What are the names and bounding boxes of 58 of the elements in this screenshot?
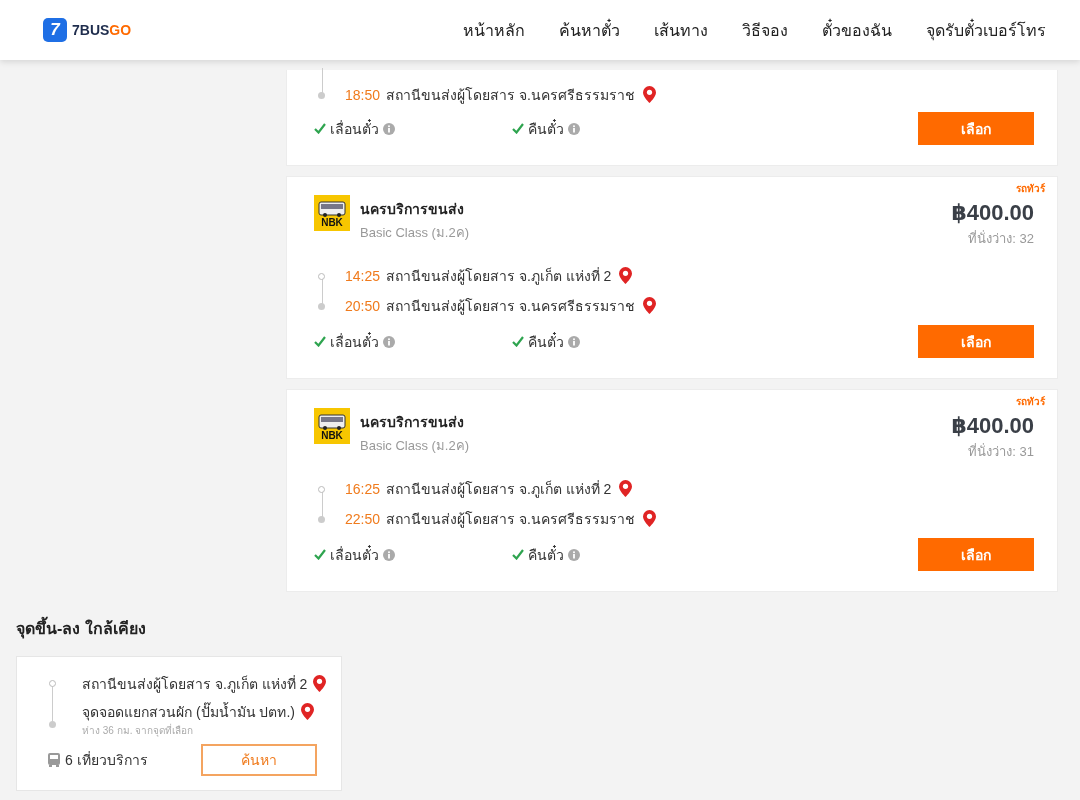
station-name: สถานีขนส่งผู้โดยสาร จ.ภูเก็ต แห่งที่ 2: [386, 266, 612, 287]
info-icon: [568, 548, 580, 561]
station-name: สถานีขนส่งผู้โดยสาร จ.นครศรีธรรมราช: [386, 297, 635, 317]
operator-logo: NBK: [314, 408, 350, 444]
nav-link[interactable]: ตั๋วของฉัน: [822, 17, 892, 43]
operator-name: นครบริการขนส่ง: [360, 413, 465, 432]
price: ฿400.00: [951, 413, 1034, 439]
stop-time: 16:25: [345, 481, 378, 497]
bus-type-tag: รถทัวร์: [1016, 394, 1045, 409]
section-title: จุดขึ้น-ลง ใกล้เคียง: [16, 616, 1064, 641]
trip-count: 6 เที่ยวบริการ: [65, 750, 148, 770]
info-icon: [568, 122, 580, 135]
nav-link[interactable]: ค้นหาตั๋ว: [559, 17, 620, 43]
operator-logo: NBK: [314, 195, 350, 231]
stop-time: 20:50: [345, 298, 378, 314]
seats-available: ที่นั่งว่าง: 32: [967, 229, 1034, 248]
nav-link[interactable]: วิธีจอง: [742, 17, 788, 43]
map-pin-icon: [301, 703, 314, 721]
station-name: สถานีขนส่งผู้โดยสาร จ.นครศรีธรรมราช: [386, 86, 635, 106]
map-pin-icon: [642, 297, 656, 315]
stop-time: 14:25: [345, 268, 378, 284]
stop-name: จุดจอดแยกสวนผัก (ปั๊มน้ำมัน ปตท.): [82, 701, 295, 723]
feature-label: เลื่อนตั๋ว: [330, 118, 379, 139]
feature-label: คืนตั๋ว: [528, 331, 564, 352]
map-pin-icon: [642, 86, 656, 104]
station-name: สถานีขนส่งผู้โดยสาร จ.ภูเก็ต แห่งที่ 2: [386, 479, 612, 500]
map-pin-icon: [619, 267, 633, 285]
timeline-dot: [318, 272, 325, 280]
map-pin-icon: [313, 675, 327, 693]
stop-name: สถานีขนส่งผู้โดยสาร จ.ภูเก็ต แห่งที่ 2: [82, 674, 308, 695]
operator-name: นครบริการขนส่ง: [360, 200, 465, 219]
info-icon: [383, 548, 395, 561]
map-pin-icon: [619, 480, 633, 498]
info-icon: [568, 335, 580, 348]
logo-text[interactable]: 7BUSGO: [72, 22, 132, 38]
bus-class: Basic Class (ม.2ค): [360, 224, 470, 242]
nav-link[interactable]: หน้าหลัก: [463, 17, 525, 43]
nav-link[interactable]: จุดรับตั๋วเบอร์โทร: [926, 17, 1046, 43]
nav-link[interactable]: เส้นทาง: [654, 17, 708, 43]
info-icon: [383, 122, 395, 135]
timeline-dot: [49, 680, 56, 687]
distance-note: ห่าง 36 กม. จากจุดที่เลือก: [82, 723, 195, 738]
timeline-dot: [318, 485, 325, 493]
feature-label: คืนตั๋ว: [528, 544, 564, 565]
bus-class: Basic Class (ม.2ค): [360, 437, 470, 455]
stop-time: 18:50: [345, 87, 378, 103]
station-name: สถานีขนส่งผู้โดยสาร จ.นครศรีธรรมราช: [386, 510, 635, 530]
bus-type-tag: รถทัวร์: [1016, 181, 1045, 196]
seats-available: ที่นั่งว่าง: 31: [967, 442, 1034, 461]
feature-label: คืนตั๋ว: [528, 118, 564, 139]
stop-time: 22:50: [345, 511, 378, 527]
map-pin-icon: [642, 510, 656, 528]
info-icon: [383, 335, 395, 348]
feature-label: เลื่อนตั๋ว: [330, 544, 379, 565]
bus-icon: [47, 753, 61, 767]
price: ฿400.00: [951, 200, 1034, 226]
logo-icon[interactable]: 7: [43, 18, 67, 42]
feature-label: เลื่อนตั๋ว: [330, 331, 379, 352]
